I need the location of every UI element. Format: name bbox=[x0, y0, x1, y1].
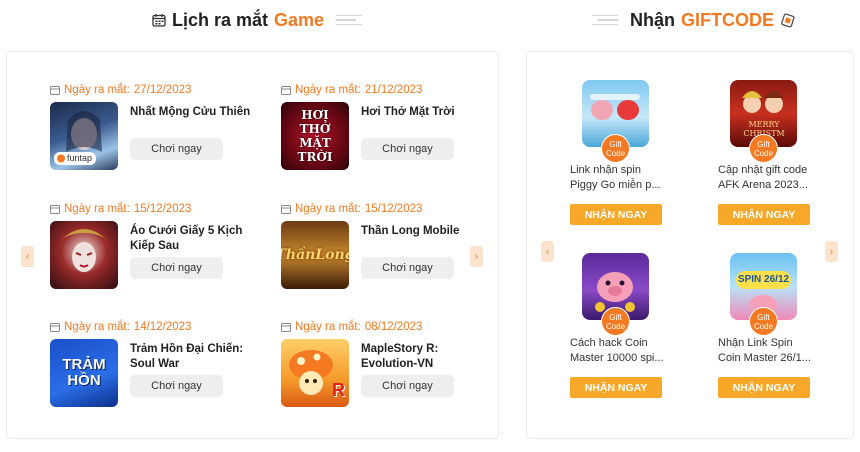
prev-arrow[interactable]: ‹ bbox=[541, 241, 554, 262]
thumbnail-title: R bbox=[332, 380, 345, 400]
play-now-button[interactable]: Chơi ngay bbox=[130, 375, 223, 397]
game-name[interactable]: Trảm Hồn Đại Chiến: Soul War bbox=[130, 342, 260, 372]
release-title-text: Lịch ra mắt bbox=[172, 9, 269, 30]
get-now-button[interactable]: NHẬN NGAY bbox=[570, 204, 662, 225]
chevron-left-icon: ‹ bbox=[25, 250, 30, 263]
play-now-button[interactable]: Chơi ngay bbox=[361, 375, 454, 397]
giftcode-panel: Gift Code Link nhận spin Piggy Go miễn p.… bbox=[526, 51, 854, 439]
release-date-value: 08/12/2023 bbox=[364, 321, 423, 333]
release-item: Ngày ra mắt: 27/12/2023 funtap Nhất Mộng… bbox=[50, 83, 260, 193]
release-item: Ngày ra mắt: 21/12/2023 HƠI THỞ MẶT TRỜI… bbox=[281, 83, 491, 193]
calendar-icon bbox=[50, 86, 60, 95]
gift-title-accent: GIFTCODE bbox=[681, 9, 774, 30]
release-date-value: 15/12/2023 bbox=[364, 203, 423, 215]
release-date: Ngày ra mắt: 21/12/2023 bbox=[281, 83, 491, 97]
calendar-icon bbox=[152, 14, 166, 27]
release-date-label: Ngày ra mắt: bbox=[64, 84, 130, 96]
thumbnail-title: HƠI THỞ MẶT TRỜI bbox=[297, 108, 333, 164]
badge-line: Code bbox=[605, 148, 626, 158]
badge-line: Code bbox=[605, 321, 626, 331]
release-date-label: Ngày ra mắt: bbox=[295, 321, 361, 333]
release-date: Ngày ra mắt: 15/12/2023 bbox=[50, 202, 260, 216]
release-date: Ngày ra mắt: 15/12/2023 bbox=[281, 202, 491, 216]
release-item: Ngày ra mắt: 15/12/2023 ThầnLong Thần Lo… bbox=[281, 202, 491, 312]
get-now-button[interactable]: NHẬN NGAY bbox=[570, 377, 662, 398]
gift-section-title: Nhận GIFTCODE bbox=[592, 8, 796, 32]
game-thumbnail[interactable]: funtap bbox=[50, 102, 118, 170]
badge-line: Gift bbox=[757, 312, 770, 322]
gift-title-text: Nhận bbox=[630, 9, 675, 30]
release-item: Ngày ra mắt: 08/12/2023 R MapleStory R: … bbox=[281, 320, 491, 430]
calendar-icon bbox=[281, 205, 291, 214]
title-decoration bbox=[592, 14, 618, 26]
release-section-title: Lịch ra mắt Game bbox=[152, 8, 363, 32]
release-date-value: 15/12/2023 bbox=[133, 203, 192, 215]
release-date-label: Ngày ra mắt: bbox=[295, 84, 361, 96]
badge-line: Gift bbox=[609, 139, 622, 149]
gift-icon bbox=[781, 13, 795, 28]
game-name[interactable]: Áo Cưới Giấy 5 Kịch Kiếp Sau bbox=[130, 224, 260, 254]
giftcode-card: MERRY CHRISTM GiftCode Cập nhật gift cod… bbox=[718, 80, 810, 245]
release-date: Ngày ra mắt: 08/12/2023 bbox=[281, 320, 491, 334]
release-date: Ngày ra mắt: 14/12/2023 bbox=[50, 320, 260, 334]
calendar-icon bbox=[281, 86, 291, 95]
badge-line: Code bbox=[753, 148, 774, 158]
release-panel: Ngày ra mắt: 27/12/2023 funtap Nhất Mộng… bbox=[6, 51, 499, 439]
chevron-right-icon: › bbox=[474, 250, 479, 263]
release-date-value: 27/12/2023 bbox=[133, 84, 192, 96]
game-thumbnail[interactable]: TRẢM HỒN bbox=[50, 339, 118, 407]
thumbnail-title: ThầnLong bbox=[281, 247, 349, 263]
release-date-label: Ngày ra mắt: bbox=[64, 321, 130, 333]
calendar-icon bbox=[50, 205, 60, 214]
game-name[interactable]: Nhất Mộng Cửu Thiên bbox=[130, 105, 260, 120]
play-now-button[interactable]: Chơi ngay bbox=[361, 138, 454, 160]
chevron-right-icon: › bbox=[829, 245, 834, 258]
release-date-value: 21/12/2023 bbox=[364, 84, 423, 96]
giftcode-badge: Gift Code bbox=[601, 307, 630, 336]
play-now-button[interactable]: Chơi ngay bbox=[130, 257, 223, 279]
giftcode-badge: Gift Code bbox=[601, 134, 630, 163]
badge-line: Gift bbox=[757, 139, 770, 149]
release-item: Ngày ra mắt: 14/12/2023 TRẢM HỒN Trảm Hồ… bbox=[50, 320, 260, 430]
gift-title[interactable]: Link nhận spin Piggy Go miễn p... bbox=[570, 163, 670, 193]
game-thumbnail[interactable]: HƠI THỞ MẶT TRỜI bbox=[281, 102, 349, 170]
giftcode-card: Gift Code Cách hack Coin Master 10000 spi… bbox=[570, 253, 664, 418]
game-name[interactable]: MapleStory R: Evolution-VN bbox=[361, 342, 491, 372]
gift-title[interactable]: Cập nhật gift code AFK Arena 2023... bbox=[718, 163, 818, 193]
release-date: Ngày ra mắt: 27/12/2023 bbox=[50, 83, 260, 97]
game-thumbnail[interactable]: ThầnLong bbox=[281, 221, 349, 289]
gift-title[interactable]: Nhận Link Spin Coin Master 26/1... bbox=[718, 336, 818, 366]
gift-title[interactable]: Cách hack Coin Master 10000 spi... bbox=[570, 336, 670, 366]
thumbnail-title: TRẢM HỒN bbox=[62, 356, 106, 389]
release-date-label: Ngày ra mắt: bbox=[64, 203, 130, 215]
giftcode-badge: Gift Code bbox=[749, 307, 778, 336]
chevron-left-icon: ‹ bbox=[545, 245, 550, 258]
giftcode-card: Gift Code Link nhận spin Piggy Go miễn p.… bbox=[570, 80, 662, 245]
giftcode-card: SPIN 26/12 Gift Code Nhận Link Spin Coin … bbox=[718, 253, 811, 418]
play-now-button[interactable]: Chơi ngay bbox=[361, 257, 454, 279]
badge-line: Code bbox=[753, 321, 774, 331]
game-thumbnail[interactable]: R bbox=[281, 339, 349, 407]
get-now-button[interactable]: NHẬN NGAY bbox=[718, 377, 810, 398]
thumbnail-brand: funtap bbox=[67, 153, 93, 163]
release-date-value: 14/12/2023 bbox=[133, 321, 192, 333]
next-arrow[interactable]: › bbox=[825, 241, 838, 262]
thumbnail-title: SPIN 26/12 bbox=[737, 274, 790, 285]
play-now-button[interactable]: Chơi ngay bbox=[130, 138, 223, 160]
badge-line: Gift bbox=[609, 312, 622, 322]
next-arrow[interactable]: › bbox=[470, 246, 483, 267]
release-title-accent: Game bbox=[274, 9, 325, 30]
game-name[interactable]: Thần Long Mobile bbox=[361, 224, 491, 239]
game-name[interactable]: Hơi Thở Mặt Trời bbox=[361, 105, 491, 120]
title-decoration bbox=[336, 14, 363, 26]
game-thumbnail[interactable] bbox=[50, 221, 118, 289]
giftcode-badge: Gift Code bbox=[749, 134, 778, 163]
prev-arrow[interactable]: ‹ bbox=[21, 246, 34, 267]
calendar-icon bbox=[50, 323, 60, 332]
release-item: Ngày ra mắt: 15/12/2023 Áo Cưới Giấy 5 K… bbox=[50, 202, 260, 312]
get-now-button[interactable]: NHẬN NGAY bbox=[718, 204, 810, 225]
release-date-label: Ngày ra mắt: bbox=[295, 203, 361, 215]
calendar-icon bbox=[281, 323, 291, 332]
